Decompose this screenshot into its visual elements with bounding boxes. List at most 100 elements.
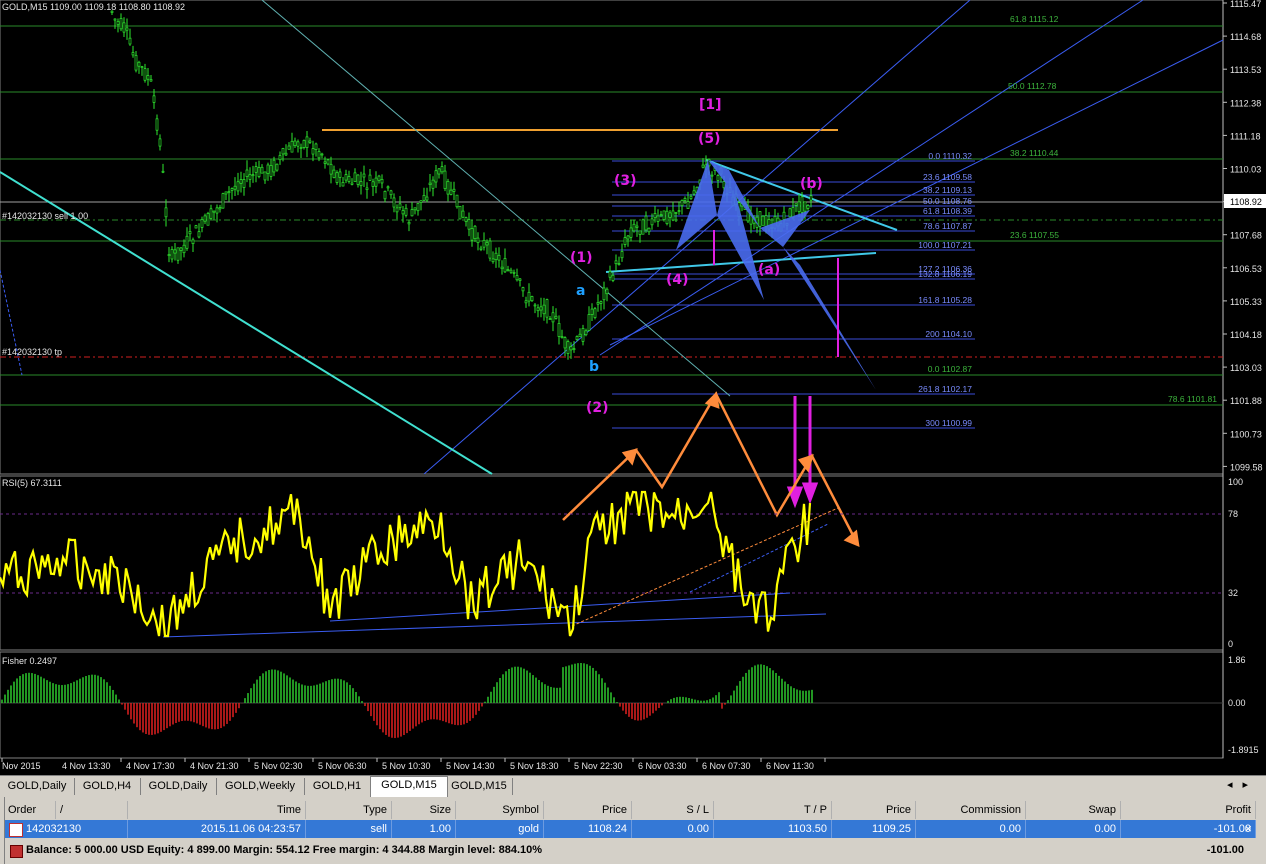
candle-body <box>119 18 123 30</box>
candle-body <box>395 207 399 213</box>
candle-body <box>578 333 582 337</box>
column-header[interactable]: Price <box>832 801 916 819</box>
chart-tab[interactable]: GOLD,M15 <box>370 776 448 797</box>
candle-body <box>239 179 243 184</box>
table-cell: 2015.11.06 04:23:57 <box>128 820 306 838</box>
candle-body <box>479 247 483 250</box>
candle-body <box>263 171 267 181</box>
column-header[interactable]: / <box>56 801 128 819</box>
candle-body <box>362 173 366 178</box>
fib-level-label: 23.6 1109.58 <box>923 172 972 182</box>
column-header[interactable]: S / L <box>632 801 714 819</box>
chart-tab[interactable]: GOLD,Daily <box>0 778 75 795</box>
fib-level-label: 78.6 1101.81 <box>1168 394 1217 404</box>
column-header[interactable]: Time <box>128 801 306 819</box>
column-header[interactable]: Order <box>4 801 56 819</box>
column-header[interactable]: Type <box>306 801 392 819</box>
time-tick-label: 5 Nov 06:30 <box>318 761 367 771</box>
candle-body <box>485 242 489 246</box>
candle-body <box>473 225 477 240</box>
candle-body <box>512 271 516 274</box>
candle-body <box>665 210 669 224</box>
candle-body <box>680 200 684 207</box>
candle-body <box>464 217 468 222</box>
price-tick-label: 1114.68 <box>1230 32 1261 42</box>
fib-level-label: 61.8 1108.39 <box>923 206 972 216</box>
chart-tab-bar: ◂▸ GOLD,Daily GOLD,H4 GOLD,Daily GOLD,Weekl… <box>0 775 1266 798</box>
wave-label: (a) <box>758 262 780 278</box>
candle-body <box>314 143 318 150</box>
candle-body <box>533 304 537 307</box>
candle-body <box>467 219 471 230</box>
candle-body <box>386 186 390 189</box>
wave-label: (1) <box>570 250 593 266</box>
candle-body <box>518 278 522 281</box>
price-tick-label: 1110.03 <box>1230 165 1261 175</box>
tab-scroll-arrows[interactable]: ◂▸ <box>1227 778 1258 791</box>
column-header[interactable]: Symbol <box>456 801 544 819</box>
candle-body <box>212 210 216 213</box>
column-header[interactable]: Profit <box>1121 801 1256 819</box>
candle-body <box>626 235 630 240</box>
fisher-level-label: 0.00 <box>1228 698 1246 708</box>
column-header[interactable]: Swap <box>1026 801 1121 819</box>
column-header[interactable]: Size <box>392 801 456 819</box>
candle-body <box>641 219 645 235</box>
candle-body <box>248 174 252 180</box>
candle-body <box>266 164 270 174</box>
candle-body <box>335 172 339 183</box>
candle-body <box>800 196 804 213</box>
candle-body <box>449 189 453 195</box>
rsi-level-label: 78 <box>1228 509 1238 519</box>
column-header[interactable]: T / P <box>714 801 832 819</box>
candle-body <box>227 191 231 194</box>
time-tick-label: 5 Nov 18:30 <box>510 761 559 771</box>
time-tick-label: 6 Nov 03:30 <box>638 761 687 771</box>
candle-body <box>182 244 186 254</box>
candle-body <box>542 304 546 315</box>
candle-body <box>455 194 459 208</box>
table-row[interactable]: 142032130 2015.11.06 04:23:57 sell 1.00 gold… <box>4 820 1256 838</box>
candle-body <box>251 174 255 177</box>
fib-level-label: 261.8 1102.17 <box>918 384 972 394</box>
fib-level-label: 38.2 1109.13 <box>923 185 972 195</box>
candle-body <box>326 159 330 165</box>
candle-body <box>584 330 588 336</box>
price-tick-label: 1099.58 <box>1230 462 1263 472</box>
column-header[interactable]: Commission <box>916 801 1026 819</box>
chart-tab[interactable]: GOLD,H4 <box>74 778 141 795</box>
candle-body <box>605 288 609 295</box>
column-header[interactable]: Price <box>544 801 632 819</box>
chart-area[interactable]: GOLD,M15 1109.00 1109.18 1108.80 1108.92… <box>0 0 1266 775</box>
fisher-panel-border <box>0 651 1224 759</box>
candle-body <box>137 61 141 67</box>
candle-body <box>383 190 387 200</box>
candle-body <box>545 299 549 318</box>
chart-canvas[interactable]: GOLD,M15 1109.00 1109.18 1108.80 1108.92… <box>0 0 1266 775</box>
candle-body <box>128 37 132 45</box>
chart-tab[interactable]: GOLD,Daily <box>140 778 217 795</box>
candle-body <box>284 152 288 156</box>
chart-tab[interactable]: GOLD,H1 <box>304 778 371 795</box>
close-order-icon[interactable]: × <box>1244 820 1252 838</box>
price-tick-label: 1101.88 <box>1230 396 1262 406</box>
candle-body <box>434 170 438 183</box>
price-axis: 1115.47 1114.68 1113.53 1112.38 1111.18 1110.… <box>1223 0 1263 472</box>
fib-level-label: 78.6 1107.87 <box>923 221 972 231</box>
candle-body <box>122 22 126 33</box>
wave-label: (2) <box>586 400 609 416</box>
price-tick-label: 1111.18 <box>1230 131 1261 141</box>
candle-body <box>272 159 276 173</box>
fib-level-label: 161.8 1105.28 <box>918 295 972 305</box>
rsi-levels <box>0 513 1223 594</box>
chart-tab[interactable]: GOLD,M15 <box>446 778 513 795</box>
candle-body <box>569 346 573 351</box>
candle-body <box>692 190 696 195</box>
candle-body <box>215 207 219 214</box>
candle-body <box>275 163 279 171</box>
candle-body <box>242 179 246 188</box>
candle-body <box>497 254 501 261</box>
candle-body <box>524 300 528 304</box>
chart-tab[interactable]: GOLD,Weekly <box>216 778 305 795</box>
candle-body <box>179 247 183 251</box>
